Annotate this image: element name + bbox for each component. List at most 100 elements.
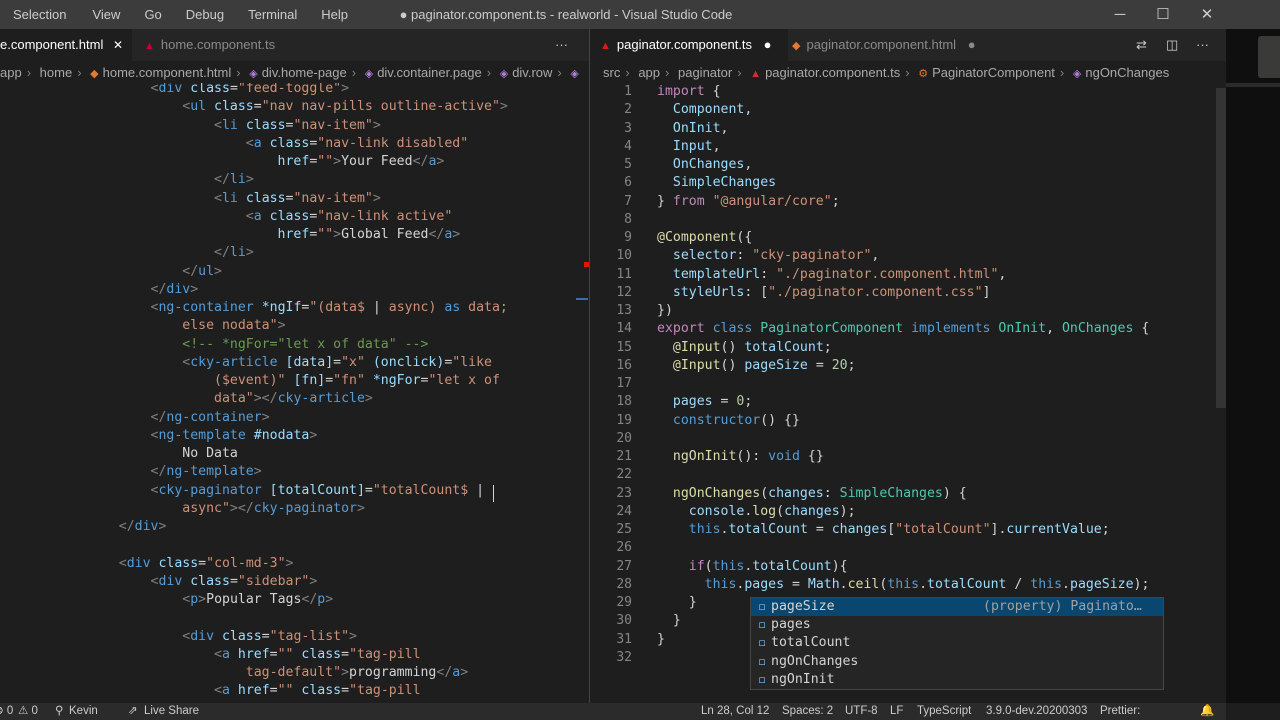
- code-line[interactable]: Input,: [657, 138, 721, 156]
- scrollbar-thumb[interactable]: [1216, 88, 1226, 408]
- code-line[interactable]: ngOnInit(): void {}: [657, 448, 824, 466]
- code-line[interactable]: this.totalCount = changes["totalCount"].…: [657, 521, 1110, 539]
- live-share-button[interactable]: Live Share: [144, 703, 199, 720]
- code-line[interactable]: </div>: [87, 281, 199, 299]
- indentation[interactable]: Spaces: 2: [782, 703, 833, 720]
- code-line[interactable]: <p>Popular Tags</p>: [87, 591, 333, 609]
- code-line[interactable]: <li class="nav-item">: [87, 190, 381, 208]
- breadcrumb-item[interactable]: paginator.component.ts: [765, 65, 900, 80]
- cursor-position[interactable]: Ln 28, Col 12: [701, 703, 769, 720]
- maximize-button[interactable]: ☐: [1141, 0, 1185, 29]
- encoding[interactable]: UTF-8: [845, 703, 878, 720]
- code-line[interactable]: <a href="" class="tag-pill: [87, 646, 421, 664]
- prettier-status[interactable]: Prettier:: [1100, 703, 1140, 720]
- code-line[interactable]: ($event)" [fn]="fn" *ngFor="let x of: [87, 372, 500, 390]
- code-line[interactable]: }): [657, 302, 673, 320]
- code-line[interactable]: <!-- *ngFor="let x of data" -->: [87, 336, 428, 354]
- tab-paginator-component-ts[interactable]: ▲ paginator.component.ts ●: [590, 29, 788, 61]
- code-line[interactable]: </ng-container>: [87, 409, 270, 427]
- code-line[interactable]: data"></cky-article>: [87, 390, 373, 408]
- code-line[interactable]: templateUrl: "./paginator.component.html…: [657, 266, 1007, 284]
- breadcrumb-item[interactable]: div.home-page: [262, 65, 347, 80]
- code-line[interactable]: SimpleChanges: [657, 174, 776, 192]
- code-line[interactable]: <cky-paginator [totalCount]="totalCount$…: [87, 482, 485, 500]
- suggestion-item[interactable]: ◻ pageSize (property) Paginato…: [751, 598, 1163, 616]
- minimize-button[interactable]: ─: [1098, 0, 1142, 29]
- code-line[interactable]: styleUrls: ["./paginator.component.css"]: [657, 284, 991, 302]
- suggestion-item[interactable]: ◻ totalCount: [751, 634, 1163, 652]
- suggestion-item[interactable]: ◻ pages: [751, 616, 1163, 634]
- code-line[interactable]: ngOnChanges(changes: SimpleChanges) {: [657, 485, 967, 503]
- code-line[interactable]: export class PaginatorComponent implemen…: [657, 320, 1149, 338]
- code-line[interactable]: console.log(changes);: [657, 503, 856, 521]
- code-line[interactable]: <a class="nav-link disabled": [87, 135, 468, 153]
- warnings-indicator[interactable]: ⚠ 0: [18, 703, 38, 720]
- code-line[interactable]: <cky-article [data]="x" (onclick)="like: [87, 354, 492, 372]
- code-line[interactable]: @Input() pageSize = 20;: [657, 357, 856, 375]
- code-line[interactable]: <div class="feed-toggle">: [87, 83, 350, 98]
- split-editor-icon[interactable]: ◫: [1166, 29, 1178, 61]
- close-icon[interactable]: ✕: [113, 38, 123, 52]
- close-button[interactable]: ✕: [1185, 0, 1229, 29]
- code-line[interactable]: }: [657, 631, 665, 649]
- breadcrumb-item[interactable]: home.component.html: [103, 65, 232, 80]
- code-line[interactable]: </li>: [87, 244, 254, 262]
- code-line[interactable]: }: [657, 612, 681, 630]
- code-line[interactable]: selector: "cky-paginator",: [657, 247, 879, 265]
- code-line[interactable]: OnChanges,: [657, 156, 752, 174]
- breadcrumb-item[interactable]: PaginatorComponent: [932, 65, 1055, 80]
- code-line[interactable]: pages = 0;: [657, 393, 752, 411]
- line-ending[interactable]: LF: [890, 703, 903, 720]
- bell-icon[interactable]: 🔔: [1200, 703, 1214, 720]
- tab-paginator-component-html[interactable]: ◆ paginator.component.html ●: [788, 29, 992, 61]
- code-line[interactable]: } from "@angular/core";: [657, 193, 840, 211]
- code-line[interactable]: href="">Your Feed</a>: [87, 153, 445, 171]
- breadcrumb-item[interactable]: app: [638, 65, 660, 80]
- code-line[interactable]: <div class="tag-list">: [87, 628, 357, 646]
- code-line[interactable]: <a class="nav-link active": [87, 208, 452, 226]
- tab-home-component-html[interactable]: e.component.html ✕: [0, 29, 132, 61]
- suggestion-item[interactable]: ◻ ngOnInit: [751, 671, 1163, 689]
- breadcrumb-item[interactable]: home: [40, 65, 73, 80]
- code-line[interactable]: import {: [657, 83, 721, 101]
- code-line[interactable]: @Component({: [657, 229, 752, 247]
- breadcrumb-item[interactable]: div.container.page: [377, 65, 482, 80]
- code-line[interactable]: tag-default">programming</a>: [87, 664, 468, 682]
- code-line[interactable]: this.pages = Math.ceil(this.totalCount /…: [657, 576, 1150, 594]
- more-actions-icon[interactable]: ···: [555, 29, 568, 61]
- code-line[interactable]: if(this.totalCount){: [657, 558, 848, 576]
- breadcrumb-item[interactable]: src: [603, 65, 620, 80]
- code-line[interactable]: <div class="sidebar">: [87, 573, 318, 591]
- code-line[interactable]: </div>: [87, 518, 167, 536]
- autocomplete-widget[interactable]: ◻ pageSize (property) Paginato… ◻ pages ◻ tota…: [750, 597, 1164, 690]
- code-line[interactable]: </ng-template>: [87, 463, 262, 481]
- code-line[interactable]: else nodata">: [87, 317, 285, 335]
- user-name[interactable]: Kevin: [69, 703, 98, 720]
- code-line[interactable]: <a href="" class="tag-pill: [87, 682, 421, 700]
- breadcrumb-item[interactable]: paginator: [678, 65, 732, 80]
- code-line[interactable]: No Data: [87, 445, 238, 463]
- tab-home-component-ts[interactable]: ▲ home.component.ts: [132, 29, 299, 61]
- code-line[interactable]: OnInit,: [657, 120, 729, 138]
- more-actions-icon[interactable]: ···: [1196, 29, 1209, 61]
- dirty-dot-icon[interactable]: ●: [968, 37, 976, 52]
- compare-icon[interactable]: ⇄: [1136, 29, 1147, 61]
- code-line[interactable]: </ul>: [87, 263, 222, 281]
- suggestion-item[interactable]: ◻ ngOnChanges: [751, 653, 1163, 671]
- code-line[interactable]: Component,: [657, 101, 752, 119]
- ts-version[interactable]: 3.9.0-dev.20200303: [986, 703, 1087, 720]
- code-line[interactable]: <div class="col-md-3">: [87, 555, 294, 573]
- breadcrumb-item[interactable]: div.row: [512, 65, 552, 80]
- language-mode[interactable]: TypeScript: [917, 703, 971, 720]
- code-line[interactable]: async"></cky-paginator>: [87, 500, 365, 518]
- errors-indicator[interactable]: ⊗ 0: [0, 703, 13, 720]
- breadcrumb-item[interactable]: app: [0, 65, 22, 80]
- code-line[interactable]: <ng-container *ngIf="(data$ | async) as …: [87, 299, 508, 317]
- code-line[interactable]: @Input() totalCount;: [657, 339, 832, 357]
- code-line[interactable]: <ng-template #nodata>: [87, 427, 318, 445]
- code-line[interactable]: </li>: [87, 171, 254, 189]
- code-line[interactable]: href="">Global Feed</a>: [87, 226, 461, 244]
- code-line[interactable]: <li class="nav-item">: [87, 117, 381, 135]
- code-line[interactable]: constructor() {}: [657, 412, 800, 430]
- left-editor[interactable]: <div class="feed-toggle"> <ul class="nav…: [0, 83, 576, 703]
